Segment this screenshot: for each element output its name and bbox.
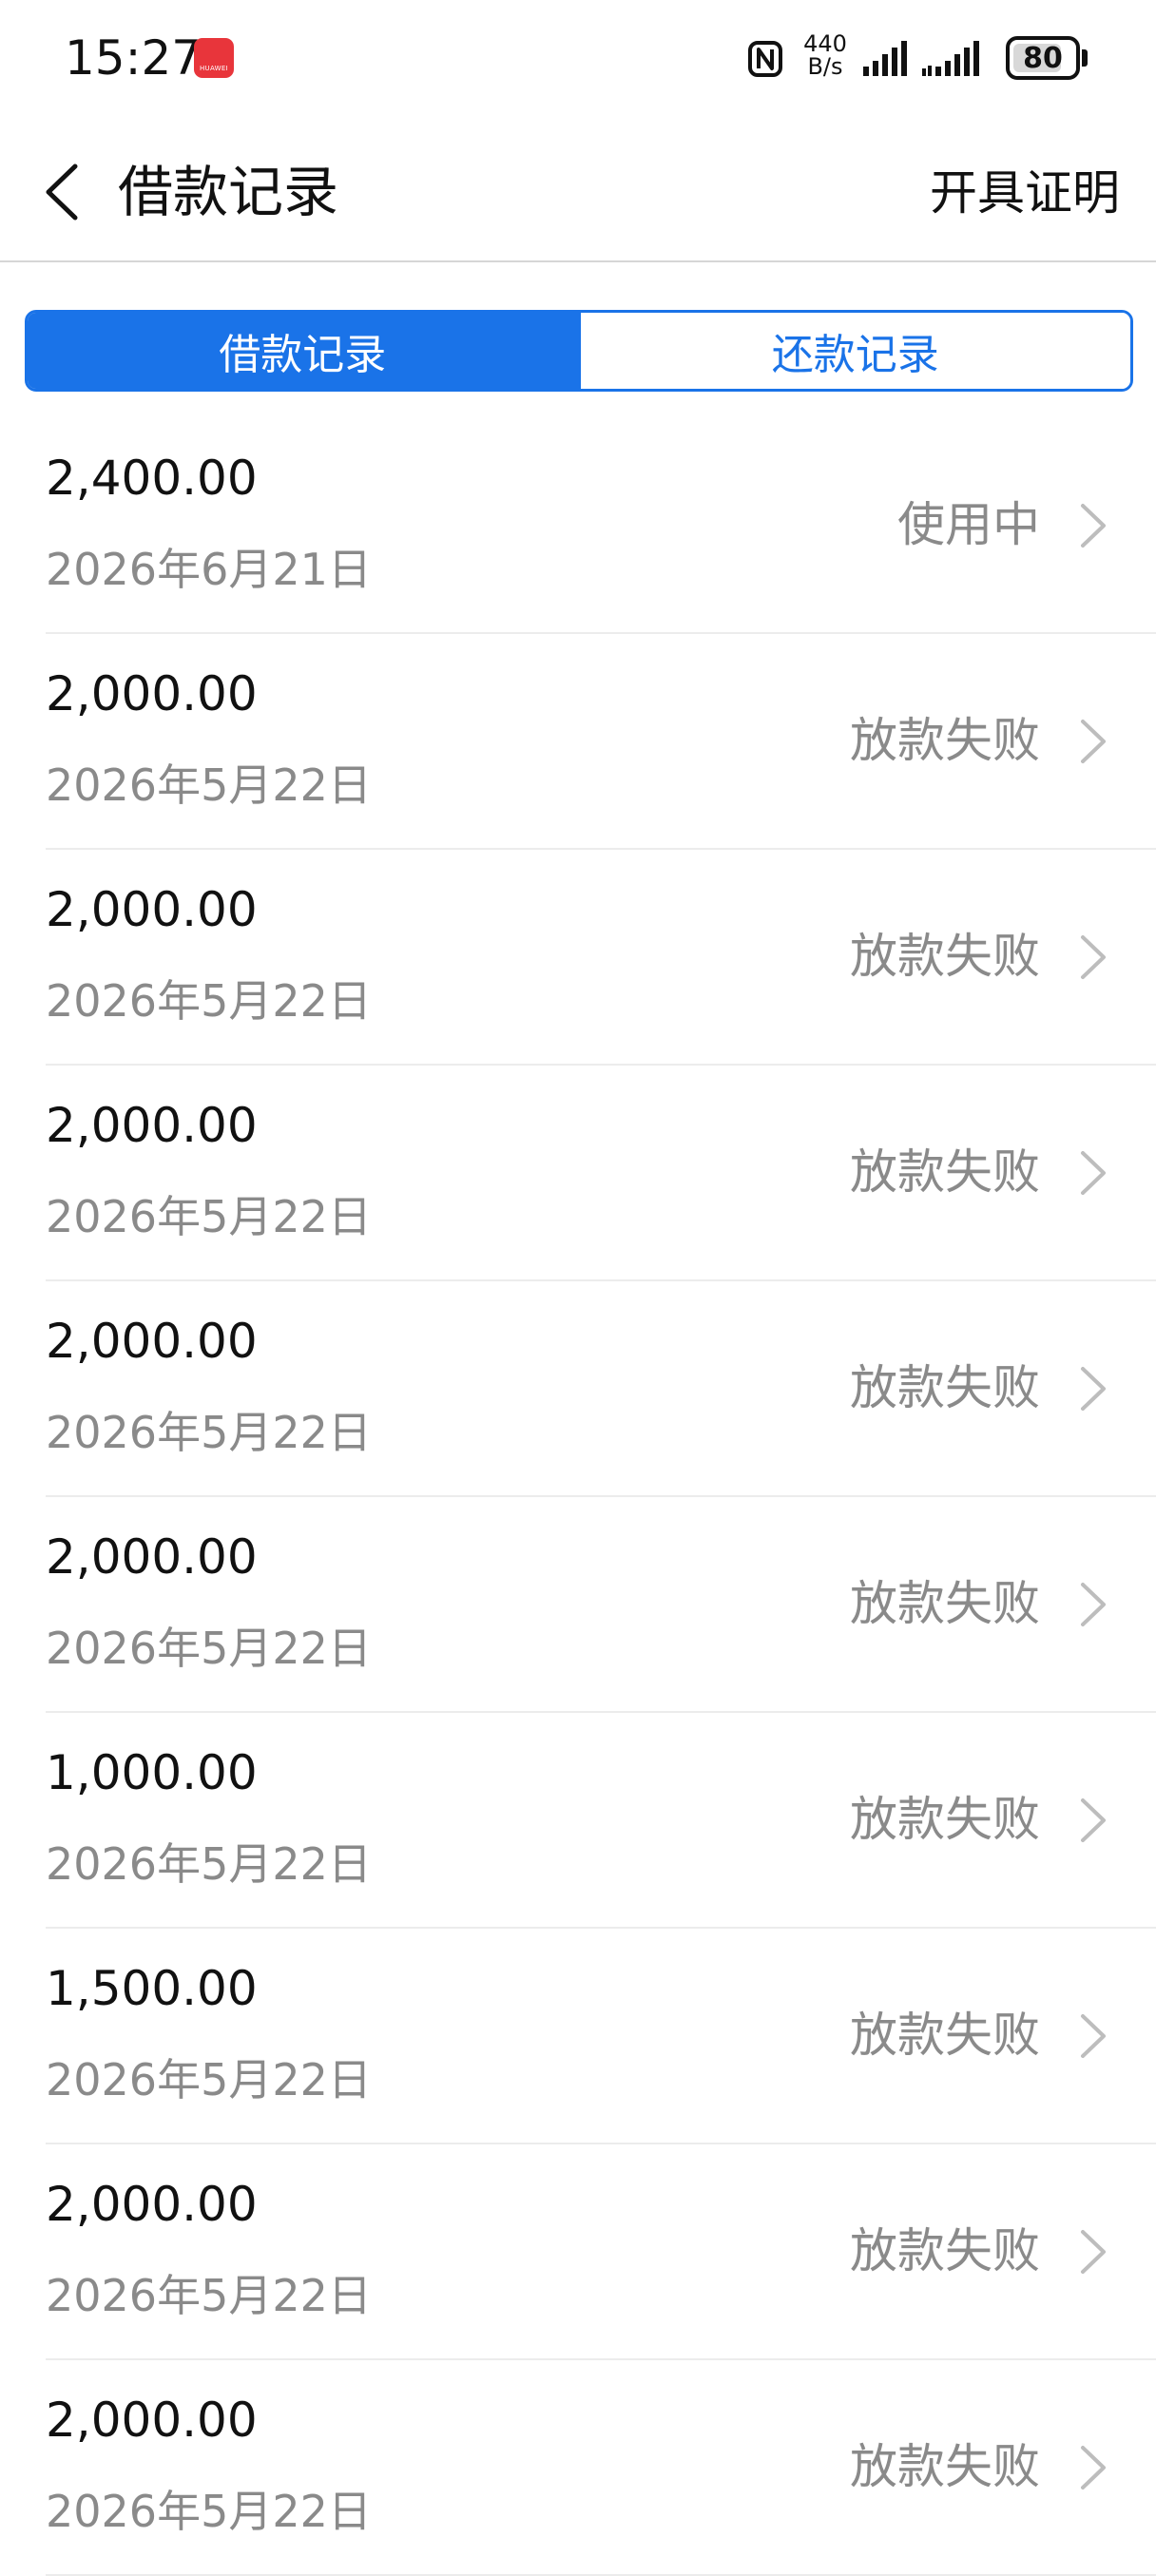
record-status: 放款失败	[850, 1144, 1040, 1200]
chevron-right-icon	[1081, 720, 1106, 763]
record-date: 2026年5月22日	[46, 759, 372, 811]
record-status: 放款失败	[850, 2223, 1040, 2278]
list-item[interactable]: 2,000.00 2026年5月22日 放款失败	[0, 1281, 1156, 1497]
record-date: 2026年6月21日	[46, 544, 372, 595]
chevron-right-icon	[1081, 2014, 1106, 2058]
app-header: 借款记录 开具证明	[0, 118, 1156, 262]
record-date: 2026年5月22日	[46, 2054, 372, 2105]
chevron-left-icon	[46, 163, 78, 221]
chevron-right-icon	[1081, 2446, 1106, 2489]
battery-tip	[1082, 49, 1088, 67]
record-date: 2026年5月22日	[46, 1838, 372, 1890]
status-time: 15:27	[65, 30, 202, 86]
battery-icon: 80	[1006, 36, 1080, 80]
record-date: 2026年5月22日	[46, 975, 372, 1027]
list-item[interactable]: 2,000.00 2026年5月22日 放款失败	[0, 2360, 1156, 2576]
chevron-right-icon	[1081, 1367, 1106, 1411]
record-status: 放款失败	[850, 929, 1040, 984]
record-date: 2026年5月22日	[46, 1623, 372, 1674]
record-date: 2026年5月22日	[46, 2486, 372, 2537]
record-status: 放款失败	[850, 1576, 1040, 1631]
record-status: 使用中	[897, 497, 1040, 552]
list-item[interactable]: 1,000.00 2026年5月22日 放款失败	[0, 1713, 1156, 1929]
record-amount: 2,000.00	[46, 882, 258, 937]
tab-repayment-records[interactable]: 还款记录	[577, 313, 1130, 389]
record-amount: 2,000.00	[46, 1529, 258, 1585]
record-amount: 2,400.00	[46, 451, 258, 506]
chevron-right-icon	[1081, 935, 1106, 979]
signal-strength-secondary-icon	[922, 41, 979, 76]
page-title: 借款记录	[118, 160, 339, 224]
record-amount: 2,000.00	[46, 2393, 258, 2448]
record-status: 放款失败	[850, 2439, 1040, 2494]
record-amount: 2,000.00	[46, 1314, 258, 1369]
chevron-right-icon	[1081, 504, 1106, 548]
chevron-right-icon	[1081, 2230, 1106, 2274]
record-status: 放款失败	[850, 1360, 1040, 1415]
issue-certificate-button[interactable]: 开具证明	[930, 162, 1120, 224]
record-amount: 2,000.00	[46, 666, 258, 721]
loan-record-list: 2,400.00 2026年6月21日 使用中 2,000.00 2026年5月…	[0, 418, 1156, 2576]
record-amount: 1,500.00	[46, 1961, 258, 2016]
list-item[interactable]: 2,000.00 2026年5月22日 放款失败	[0, 1066, 1156, 1281]
record-date: 2026年5月22日	[46, 1407, 372, 1458]
list-item[interactable]: 2,000.00 2026年5月22日 放款失败	[0, 2144, 1156, 2360]
record-amount: 2,000.00	[46, 2177, 258, 2232]
record-tabs: 借款记录 还款记录	[25, 310, 1133, 392]
list-item[interactable]: 2,000.00 2026年5月22日 放款失败	[0, 1497, 1156, 1713]
chevron-right-icon	[1081, 1798, 1106, 1842]
huawei-app-icon: HUAWEI	[194, 38, 234, 78]
tab-loan-records[interactable]: 借款记录	[28, 313, 578, 389]
record-date: 2026年5月22日	[46, 1191, 372, 1242]
status-bar: 15:27 HUAWEI 440 B/s 80	[0, 0, 1156, 118]
network-speed-unit: B/s	[807, 53, 843, 80]
record-amount: 2,000.00	[46, 1098, 258, 1153]
list-item[interactable]: 2,000.00 2026年5月22日 放款失败	[0, 850, 1156, 1066]
network-speed-value: 440	[803, 30, 847, 57]
record-status: 放款失败	[850, 713, 1040, 768]
back-button[interactable]	[29, 156, 95, 228]
signal-strength-icon	[863, 41, 907, 76]
list-item[interactable]: 2,000.00 2026年5月22日 放款失败	[0, 634, 1156, 850]
nfc-icon	[748, 41, 782, 77]
list-item[interactable]: 2,400.00 2026年6月21日 使用中	[0, 418, 1156, 634]
record-amount: 1,000.00	[46, 1745, 258, 1800]
chevron-right-icon	[1081, 1151, 1106, 1195]
chevron-right-icon	[1081, 1583, 1106, 1626]
record-status: 放款失败	[850, 2008, 1040, 2063]
record-status: 放款失败	[850, 1792, 1040, 1847]
battery-level: 80	[1023, 41, 1063, 75]
huawei-badge-label: HUAWEI	[199, 65, 228, 72]
network-speed: 440 B/s	[797, 32, 854, 78]
list-item[interactable]: 1,500.00 2026年5月22日 放款失败	[0, 1929, 1156, 2144]
record-date: 2026年5月22日	[46, 2270, 372, 2321]
